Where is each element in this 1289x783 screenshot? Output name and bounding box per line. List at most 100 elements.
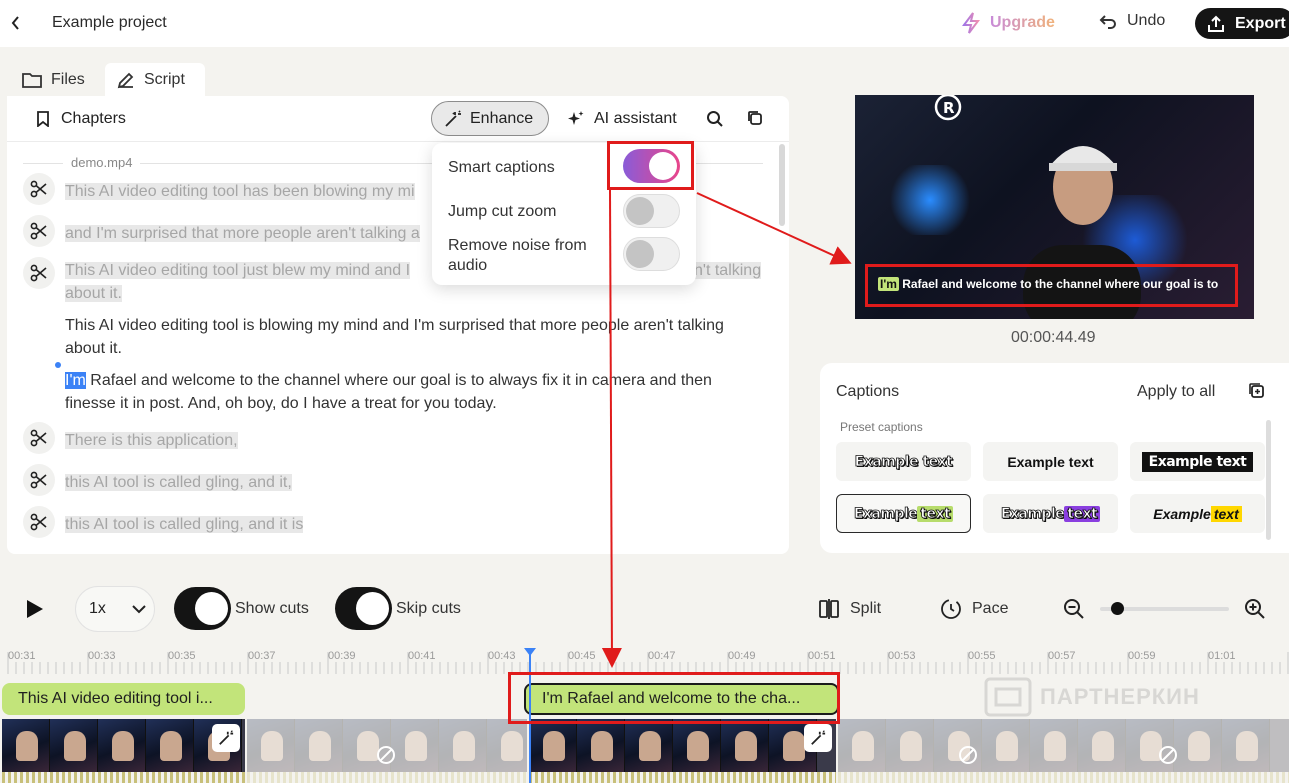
preset-text: Example text: [1007, 453, 1094, 470]
ruler-tick-label: 00:43: [488, 650, 516, 662]
magic-wand-icon: [219, 730, 234, 745]
zoom-in-icon[interactable]: [1244, 598, 1266, 620]
enhance-button[interactable]: Enhance: [431, 101, 549, 136]
export-button[interactable]: Export: [1195, 8, 1289, 39]
search-button[interactable]: [706, 110, 726, 130]
chapters-button[interactable]: Chapters: [37, 110, 126, 128]
caption-preset[interactable]: Example text: [836, 442, 971, 481]
video-thumbnail: [721, 719, 769, 772]
remove-noise-toggle[interactable]: [623, 237, 680, 271]
cut-toggle-button[interactable]: [23, 422, 55, 454]
cut-toggle-button[interactable]: [23, 173, 55, 205]
script-segment[interactable]: This AI video editing tool is blowing my…: [65, 314, 765, 360]
scissors-icon: [30, 471, 47, 489]
ruler-tick-label: 00:59: [1128, 650, 1156, 662]
pencil-icon: [117, 72, 134, 88]
enhance-label: Enhance: [470, 109, 534, 127]
tab-script[interactable]: Script: [105, 63, 205, 96]
pace-button[interactable]: Pace: [940, 598, 1008, 620]
jump-cut-zoom-toggle[interactable]: [623, 194, 680, 228]
selected-word[interactable]: I'm: [65, 372, 86, 389]
script-segment[interactable]: I'm Rafael and welcome to the channel wh…: [65, 369, 765, 415]
audio-waveform: [2, 772, 245, 783]
channel-logo-icon: R: [934, 95, 962, 121]
script-segment-cut[interactable]: this AI tool is called gling, and it,: [65, 471, 765, 494]
cut-toggle-button[interactable]: [23, 257, 55, 289]
bookmark-icon: [37, 111, 49, 127]
video-thumbnail: [295, 719, 343, 772]
lightning-icon: [962, 12, 980, 34]
cut-toggle-button[interactable]: [23, 215, 55, 247]
undo-button[interactable]: Undo: [1099, 12, 1165, 30]
watermark-logo-icon: [984, 677, 1032, 717]
segment-text: this AI tool is called gling, and it is: [65, 516, 304, 533]
caption-preset[interactable]: Example text: [1130, 442, 1265, 481]
video-track-segment[interactable]: [529, 719, 836, 772]
script-segment-cut[interactable]: There is this application,: [65, 429, 765, 452]
video-thumbnail: [98, 719, 146, 772]
script-segment-cut-tail: n't talking: [694, 259, 774, 282]
ruler-tick-label: 00:45: [568, 650, 596, 662]
cut-disabled-icon: [1159, 746, 1177, 764]
upgrade-button[interactable]: Upgrade: [962, 12, 1055, 34]
caption-preset[interactable]: Example text: [983, 442, 1118, 481]
captions-panel: Captions Apply to all Preset captions Ex…: [820, 363, 1289, 553]
ai-assistant-label: AI assistant: [594, 110, 677, 127]
script-segment-cut[interactable]: this AI tool is called gling, and it is: [65, 513, 765, 536]
tab-files[interactable]: Files: [22, 63, 102, 96]
scissors-icon: [30, 513, 47, 531]
segment-text: this AI tool is called gling, and it,: [65, 474, 292, 491]
enhance-clip-button[interactable]: [212, 724, 240, 752]
preset-text: Example: [1153, 505, 1211, 522]
video-thumbnail: [1222, 719, 1270, 772]
sparkle-icon: [568, 111, 584, 125]
scissors-icon: [30, 180, 47, 198]
video-light: [885, 165, 975, 235]
scissors-icon: [30, 264, 47, 282]
split-button[interactable]: Split: [818, 598, 881, 620]
watermark: ПАРТНЕРКИН: [984, 677, 1200, 717]
back-button[interactable]: [6, 12, 26, 34]
cut-toggle-button[interactable]: [23, 464, 55, 496]
search-icon: [707, 111, 723, 127]
ruler-tick-label: 00:57: [1048, 650, 1076, 662]
playhead-handle[interactable]: [524, 648, 536, 656]
ai-assistant-button[interactable]: AI assistant: [567, 110, 677, 128]
zoom-out-icon[interactable]: [1063, 598, 1085, 620]
preset-text: Example: [1000, 505, 1065, 522]
ruler-tick-label: 00:33: [88, 650, 116, 662]
project-name[interactable]: Example project: [52, 14, 167, 32]
audio-waveform-cut: [838, 772, 1289, 783]
captions-title: Captions: [836, 383, 900, 400]
apply-to-all-button[interactable]: Apply to all: [1137, 383, 1215, 401]
speed-select[interactable]: 1x: [75, 586, 155, 632]
caption-preset[interactable]: Example text: [1130, 494, 1265, 533]
split-label: Split: [850, 600, 882, 617]
play-button[interactable]: [22, 597, 46, 621]
presets-scrollbar[interactable]: [1266, 420, 1271, 540]
show-cuts-toggle[interactable]: [174, 587, 231, 630]
enhance-clip-button[interactable]: [804, 724, 832, 752]
copy-button[interactable]: [747, 110, 767, 130]
caption-preset[interactable]: Example text: [983, 494, 1118, 533]
zoom-slider-thumb[interactable]: [1111, 602, 1124, 615]
pace-label: Pace: [972, 600, 1009, 617]
video-track-cut[interactable]: [838, 719, 1289, 772]
copy-icon: [748, 111, 762, 125]
chapters-label: Chapters: [61, 110, 126, 127]
undo-icon: [1099, 15, 1116, 29]
magic-wand-icon: [811, 730, 826, 745]
video-thumbnail: [1174, 719, 1222, 772]
caption-clip[interactable]: This AI video editing tool i...: [2, 683, 245, 715]
preset-text: Example: [853, 505, 918, 522]
video-thumbnail: [1030, 719, 1078, 772]
video-track-segment[interactable]: [2, 719, 245, 772]
preset-text: Example text: [1141, 451, 1254, 472]
script-scrollbar[interactable]: [779, 144, 785, 226]
caption-preset-selected[interactable]: Example text: [836, 494, 971, 533]
skip-cuts-toggle[interactable]: [335, 587, 392, 630]
video-thumbnail: [673, 719, 721, 772]
add-copy-icon[interactable]: [1248, 382, 1265, 399]
cut-toggle-button[interactable]: [23, 506, 55, 538]
video-thumbnail: [247, 719, 295, 772]
